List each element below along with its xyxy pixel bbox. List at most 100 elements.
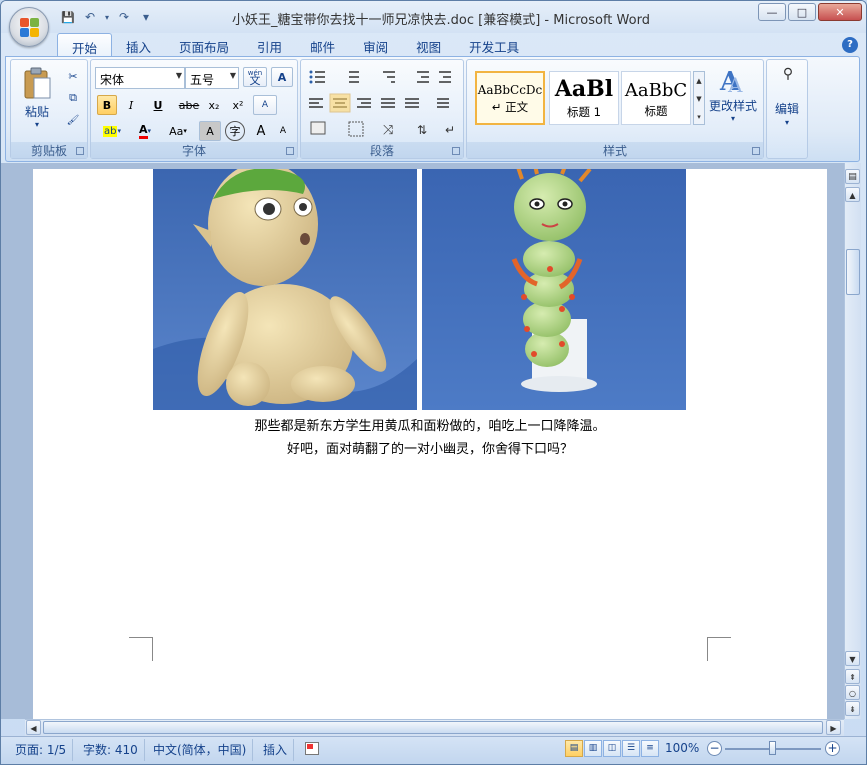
vertical-scrollbar[interactable]: ▤ ▲ ▼ ⇞ ○ ⇟ [844, 163, 861, 719]
clear-formatting-button[interactable]: A [253, 95, 277, 115]
tab-review[interactable]: 审阅 [349, 33, 402, 57]
clipboard-group: 粘贴 ▾ ✂ ⧉ 🖌 剪贴板 [10, 59, 88, 159]
font-color-button[interactable]: A ▾ [131, 121, 159, 141]
status-language[interactable]: 中文(简体，中国) [147, 739, 254, 761]
subscript-button[interactable]: x₂ [203, 95, 225, 115]
undo-dropdown-icon[interactable]: ▾ [103, 8, 111, 26]
photo-doll [153, 169, 417, 410]
zoom-slider-thumb[interactable] [769, 741, 776, 755]
style-heading1-sample: AaBl [554, 76, 614, 102]
scroll-down-icon[interactable]: ▼ [845, 651, 860, 666]
status-insert-mode[interactable]: 插入 [257, 739, 295, 761]
help-icon[interactable]: ? [842, 37, 858, 53]
font-name-combo[interactable]: 宋体 ▼ [95, 67, 185, 89]
font-name-value: 宋体 [100, 73, 125, 87]
editing-dropdown-icon: ▾ [784, 118, 789, 127]
grow-font-button[interactable]: A [251, 121, 271, 141]
chevron-down-icon: ▼ [175, 71, 182, 80]
superscript-button[interactable]: x² [227, 95, 249, 115]
font-size-combo[interactable]: 五号 ▼ [185, 67, 239, 89]
tab-view[interactable]: 视图 [402, 33, 455, 57]
editing-label: 编辑 [774, 102, 799, 116]
paragraph-launcher-icon[interactable] [452, 147, 460, 155]
italic-button[interactable]: I [121, 95, 141, 115]
style-heading1[interactable]: AaBl 标题 1 [549, 71, 619, 125]
scroll-right-icon[interactable]: ▶ [826, 720, 841, 735]
scroll-left-icon[interactable]: ◀ [26, 720, 41, 735]
zoom-in-button[interactable]: + [825, 741, 840, 756]
horizontal-scrollbar[interactable]: ◀ ▶ [25, 719, 844, 736]
svg-text:⇅: ⇅ [417, 123, 427, 137]
macro-record-icon[interactable] [305, 742, 319, 755]
format-painter-icon[interactable]: 🖌 [63, 110, 83, 130]
cut-icon[interactable]: ✂ [63, 66, 83, 86]
tab-developer[interactable]: 开发工具 [455, 33, 533, 57]
status-word-count[interactable]: 字数: 410 [77, 739, 145, 761]
style-heading1-name: 标题 1 [567, 105, 601, 119]
browse-object-icon[interactable]: ○ [845, 685, 860, 700]
char-shading-button[interactable]: A [199, 121, 221, 141]
close-button[interactable]: ✕ [818, 3, 862, 21]
print-layout-view-icon[interactable]: ▤ [565, 740, 583, 757]
ruler-toggle-icon[interactable]: ▤ [845, 169, 860, 184]
enclose-char-button[interactable]: 字 [225, 121, 245, 141]
margin-corner-left [129, 637, 153, 661]
scroll-up-icon[interactable]: ▲ [845, 187, 860, 202]
doll-image [153, 169, 417, 410]
change-styles-label: 更改样式 [708, 99, 757, 113]
tab-references[interactable]: 引用 [243, 33, 296, 57]
font-launcher-icon[interactable] [286, 147, 294, 155]
scroll-thumb[interactable] [846, 249, 860, 295]
save-icon[interactable]: 💾 [59, 8, 77, 26]
full-screen-reading-icon[interactable]: ▥ [584, 740, 602, 757]
change-case-button[interactable]: Aa ▾ [163, 121, 193, 141]
undo-icon[interactable]: ↶ [81, 8, 99, 26]
tab-insert[interactable]: 插入 [112, 33, 165, 57]
paragraph-group-label: 段落 [301, 142, 463, 158]
paste-dropdown-icon: ▾ [34, 120, 39, 129]
hscroll-thumb[interactable] [43, 721, 823, 734]
office-button[interactable] [9, 7, 49, 47]
phonetic-guide-button[interactable]: wén 文 [243, 67, 267, 87]
paragraph-group: ⤨ ⇅ ↵ 段落 [300, 59, 464, 159]
editing-group[interactable]: ⚲ 编辑 ▾ [766, 59, 808, 159]
web-layout-icon[interactable]: ◫ [603, 740, 621, 757]
zoom-level[interactable]: 100% [665, 740, 699, 757]
strikethrough-button[interactable]: abe [177, 95, 201, 115]
style-title-name: 标题 [644, 104, 668, 118]
document-page[interactable]: 那些都是新东方学生用黄瓜和面粉做的，咱吃上一口降降温。 好吧，面对萌翻了的一对小… [33, 169, 827, 719]
highlight-button[interactable]: ab ▾ [97, 121, 127, 141]
tab-home[interactable]: 开始 [57, 33, 113, 57]
copy-icon[interactable]: ⧉ [63, 88, 83, 108]
tab-page-layout[interactable]: 页面布局 [165, 33, 243, 57]
maximize-button[interactable]: □ [788, 3, 816, 21]
paste-icon [24, 67, 51, 99]
char-border-button[interactable]: A [271, 67, 293, 87]
next-page-icon[interactable]: ⇟ [845, 701, 860, 716]
style-title[interactable]: AaBbC 标题 [621, 71, 691, 125]
styles-launcher-icon[interactable] [752, 147, 760, 155]
shrink-font-button[interactable]: A [273, 121, 293, 141]
bold-button[interactable]: B [97, 95, 117, 115]
customize-qat-icon[interactable]: ▾ [137, 8, 155, 26]
underline-button[interactable]: U [145, 95, 171, 115]
styles-scroll[interactable]: ▲ ▼ ▾ [693, 71, 705, 125]
draft-view-icon[interactable]: ≡ [641, 740, 659, 757]
style-normal[interactable]: AaBbCcDc ↵ 正文 [475, 71, 545, 125]
status-page[interactable]: 页面: 1/5 [9, 739, 74, 761]
redo-icon[interactable]: ↷ [115, 8, 133, 26]
tab-mailings[interactable]: 邮件 [296, 33, 349, 57]
zoom-out-button[interactable]: − [707, 741, 722, 756]
styles-group: AaBbCcDc ↵ 正文 AaBl 标题 1 AaBbC 标题 ▲ ▼ ▾ A A… [466, 59, 764, 159]
minimize-button[interactable]: — [758, 3, 786, 21]
clipboard-launcher-icon[interactable] [76, 147, 84, 155]
prev-page-icon[interactable]: ⇞ [845, 669, 860, 684]
title-bar: 小妖王_糖宝带你去找十一师兄凉快去.doc [兼容模式] - Microsoft… [1, 1, 866, 33]
paste-button[interactable]: 粘贴 ▾ [19, 66, 55, 132]
outline-view-icon[interactable]: ☰ [622, 740, 640, 757]
font-size-value: 五号 [190, 73, 215, 87]
change-styles-button[interactable]: A A 更改样式 ▾ [707, 66, 759, 123]
change-styles-dropdown-icon: ▾ [730, 114, 735, 123]
svg-text:A: A [727, 73, 743, 94]
window-title: 小妖王_糖宝带你去找十一师兄凉快去.doc [兼容模式] - Microsoft… [232, 13, 650, 28]
